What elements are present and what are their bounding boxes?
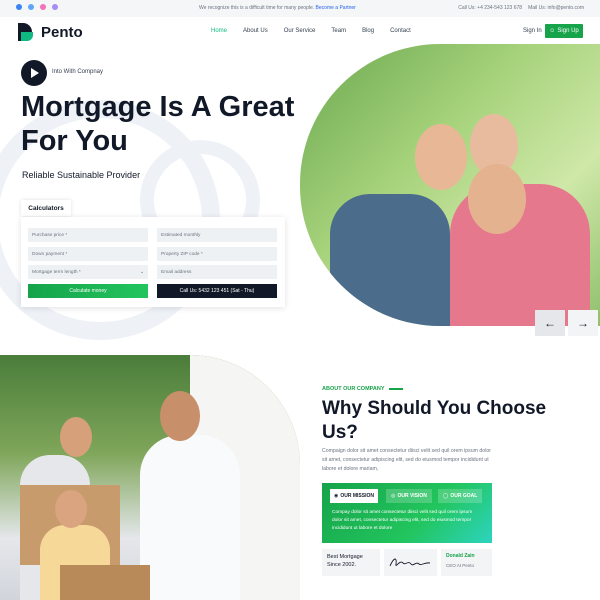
logo-text: Pento xyxy=(41,23,83,41)
logo[interactable]: Pento xyxy=(18,23,83,41)
arrow-left-icon: ← xyxy=(544,316,556,330)
nav-our-service[interactable]: Our Service xyxy=(284,28,316,34)
main-header: Pento Home About Us Our Service Team Blo… xyxy=(0,17,600,47)
top-bar: We recognize this is a difficult time fo… xyxy=(0,0,600,17)
best-mortgage-box: Best Mortgage Since 2002. xyxy=(322,549,380,576)
become-partner-link[interactable]: Become a Partner xyxy=(316,5,356,11)
nav-home[interactable]: Home xyxy=(211,28,227,34)
hero-subtitle: Reliable Sustainable Provider xyxy=(22,170,141,180)
tab-content-text: Compay dolor sit amet consectetur diisci… xyxy=(332,510,473,531)
social-links xyxy=(16,4,58,10)
about-text: Compaign dolor sit amet consectetur diis… xyxy=(322,448,491,472)
top-contact: Call Us: +4 234-543 123 678 Mail Us: inf… xyxy=(458,5,584,11)
mission-tabs-panel: ◉ OUR MISSION ◎ OUR VISION ◯ OUR GOAL Co… xyxy=(322,483,492,543)
top-notice: We recognize this is a difficult time fo… xyxy=(199,5,356,11)
calculate-money-button[interactable]: Calculate money xyxy=(28,284,148,298)
hero-family-image xyxy=(300,44,600,326)
hero-intro: Into With Compnay xyxy=(52,69,104,75)
purchase-price-field[interactable]: Purchase price * xyxy=(28,228,148,242)
sign-in-link[interactable]: Sign In xyxy=(523,28,542,34)
mortgage-term-select[interactable]: Mortgage term length * ⌄ xyxy=(28,265,148,279)
pinterest-icon[interactable] xyxy=(40,4,46,10)
nav-team[interactable]: Team xyxy=(331,28,346,34)
down-payment-field[interactable]: Down payment * xyxy=(28,247,148,261)
about-title: Why Should You Choose Us? xyxy=(322,398,547,443)
tab-our-mission[interactable]: ◉ OUR MISSION xyxy=(330,489,378,503)
eye-icon: ◎ xyxy=(391,493,396,499)
call-us-button[interactable]: Call Us: 5432 123 451 (Sat - Thu) xyxy=(157,284,277,298)
instagram-icon[interactable] xyxy=(52,4,58,10)
mortgage-term-label: Mortgage term length * xyxy=(32,269,81,275)
ceo-box: Donald Zain CEO At Pento xyxy=(441,549,492,576)
notice-text: We recognize this is a difficult time fo… xyxy=(199,5,315,11)
slider-prev-button[interactable]: ← xyxy=(535,310,565,336)
nav-blog[interactable]: Blog xyxy=(362,28,374,34)
sign-up-label: Sign Up xyxy=(557,28,579,34)
email-field[interactable]: Email address xyxy=(157,265,277,279)
tab-goal-label: OUR GOAL xyxy=(450,493,478,499)
arrow-right-icon: → xyxy=(577,316,589,330)
logo-mark xyxy=(18,23,38,41)
user-icon: ☺ xyxy=(549,28,556,34)
twitter-icon[interactable] xyxy=(28,4,34,10)
hero-title: Mortgage Is A Great For You xyxy=(21,91,295,157)
tab-our-vision[interactable]: ◎ OUR VISION xyxy=(386,489,432,503)
nav-contact[interactable]: Contact xyxy=(390,28,411,34)
signature-box xyxy=(384,549,437,576)
slider-next-button[interactable]: → xyxy=(568,310,598,336)
call-info[interactable]: Call Us: +4 234-543 123 678 xyxy=(458,5,522,11)
about-family-image xyxy=(0,355,300,600)
goal-icon: ◯ xyxy=(442,493,449,499)
calculator-form: Purchase price * Estimated monthly Down … xyxy=(21,217,285,307)
estimated-monthly-field[interactable]: Estimated monthly xyxy=(157,228,277,242)
tab-mission-label: OUR MISSION xyxy=(340,493,374,499)
ceo-name: Donald Zain xyxy=(446,553,475,559)
signature-image xyxy=(389,558,431,567)
mail-info[interactable]: Mail Us: info@pento.com xyxy=(528,5,584,11)
play-video-button[interactable] xyxy=(21,60,47,86)
tab-vision-label: OUR VISION xyxy=(397,493,427,499)
chevron-down-icon: ⌄ xyxy=(139,269,144,275)
tab-our-goal[interactable]: ◯ OUR GOAL xyxy=(438,489,482,503)
sign-up-button[interactable]: ☺ Sign Up xyxy=(545,24,583,38)
calculators-tab[interactable]: Calculators xyxy=(21,200,71,216)
target-icon: ◉ xyxy=(334,493,339,499)
about-kicker-text: ABOUT OUR COMPANY xyxy=(322,386,385,392)
ceo-role: CEO At Pento xyxy=(446,563,475,568)
kicker-line xyxy=(388,388,403,390)
main-nav: Home About Us Our Service Team Blog Cont… xyxy=(211,28,411,34)
nav-about-us[interactable]: About Us xyxy=(243,28,268,34)
facebook-icon[interactable] xyxy=(16,4,22,10)
property-zip-field[interactable]: Property ZIP code * xyxy=(157,247,277,261)
about-kicker: ABOUT OUR COMPANY xyxy=(322,386,403,392)
